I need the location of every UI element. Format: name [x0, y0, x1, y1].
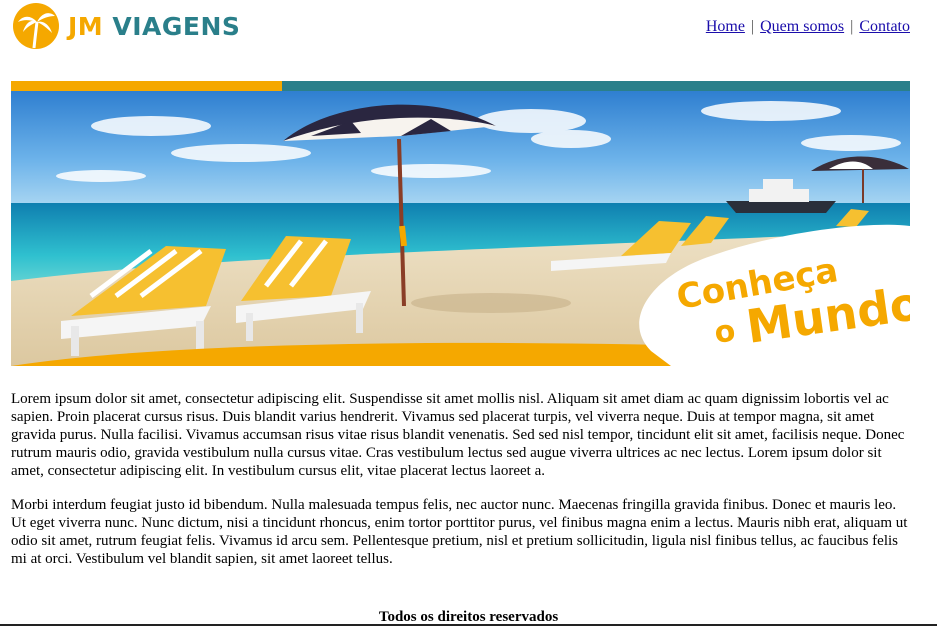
palm-sun-icon [13, 3, 59, 49]
nav-separator: | [850, 18, 854, 35]
main-content: Lorem ipsum dolor sit amet, consectetur … [11, 390, 910, 584]
brand-name-suffix: VIAGENS [112, 11, 241, 41]
top-navigation: Home | Quem somos | Contato [706, 18, 910, 36]
nav-separator: | [750, 18, 755, 35]
nav-link-quem-somos[interactable]: Quem somos [760, 18, 844, 35]
nav-link-contato[interactable]: Contato [859, 18, 910, 35]
page-footer: Todos os direitos reservados [0, 609, 937, 626]
brand-name-prefix: JM [68, 11, 104, 41]
brand-name: JM VIAGENS [68, 12, 240, 41]
content-paragraph: Lorem ipsum dolor sit amet, consectetur … [11, 391, 905, 479]
content-paragraph: Morbi interdum feugiat justo id bibendum… [11, 497, 908, 567]
footer-text: Todos os direitos reservados [378, 609, 559, 625]
nav-link-home[interactable]: Home [706, 18, 745, 35]
brand-logo: JM VIAGENS [12, 2, 240, 50]
hero-banner: Conheça o Mundo [11, 81, 910, 366]
beach-banner-image: Conheça o Mundo [11, 81, 910, 366]
